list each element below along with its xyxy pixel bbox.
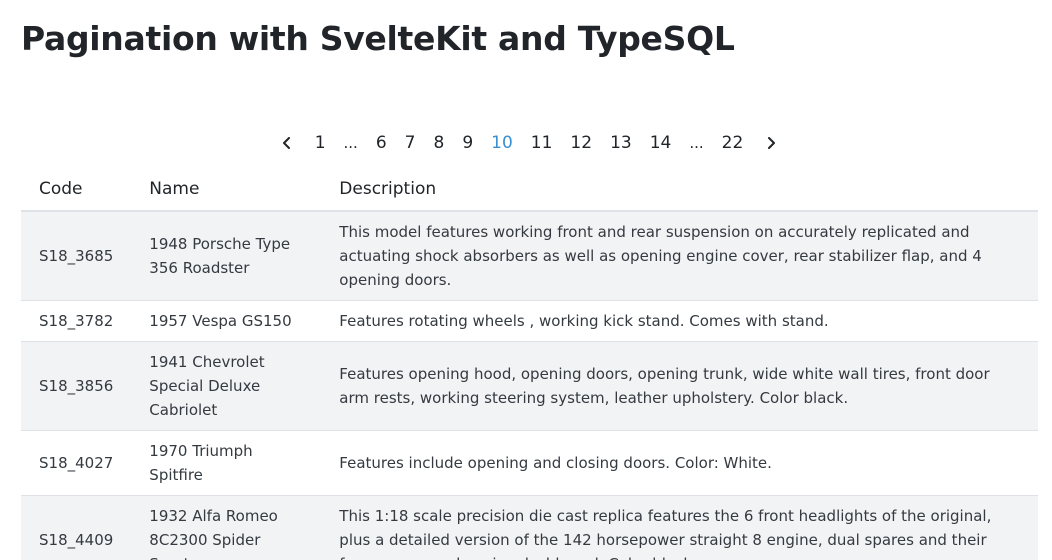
page-button[interactable]: 14 [641, 129, 681, 157]
page-title: Pagination with SvelteKit and TypeSQL [21, 19, 735, 58]
cell-name: 1957 Vespa GS150 [131, 300, 322, 342]
cell-code: S18_4027 [21, 430, 132, 496]
cell-description: This 1:18 scale precision die cast repli… [321, 495, 1038, 560]
cell-name: 1941 Chevrolet Special Deluxe Cabriolet [131, 341, 322, 431]
cell-description: This model features working front and re… [321, 211, 1038, 301]
cell-name: 1970 Triumph Spitfire [131, 430, 322, 496]
page-button[interactable]: 9 [453, 129, 482, 157]
prev-page-button[interactable] [268, 129, 306, 157]
pagination-ellipsis: ... [689, 134, 704, 152]
chevron-left-icon [282, 137, 290, 149]
column-header-name: Name [131, 168, 322, 212]
cell-name: 1948 Porsche Type 356 Roadster [131, 211, 322, 301]
page-button[interactable]: 22 [713, 129, 753, 157]
table-row: S18_4409 1932 Alfa Romeo 8C2300 Spider S… [21, 495, 1038, 560]
cell-description: Features include opening and closing doo… [321, 430, 1038, 496]
page: Pagination with SvelteKit and TypeSQL 1.… [0, 0, 1052, 560]
column-header-description: Description [321, 168, 1038, 212]
page-button[interactable]: 1 [306, 129, 335, 157]
cell-code: S18_3856 [21, 341, 132, 431]
table-row: S18_4027 1970 Triumph Spitfire Features … [21, 430, 1038, 496]
table-body: S18_3685 1948 Porsche Type 356 Roadster … [21, 211, 1038, 560]
page-button[interactable]: 12 [561, 129, 601, 157]
page-button-current[interactable]: 10 [482, 129, 522, 157]
cell-code: S18_4409 [21, 495, 132, 560]
cell-name: 1932 Alfa Romeo 8C2300 Spider Sport [131, 495, 322, 560]
pagination-ellipsis: ... [343, 134, 358, 152]
page-button[interactable]: 11 [522, 129, 562, 157]
cell-code: S18_3782 [21, 300, 132, 342]
table-row: S18_3685 1948 Porsche Type 356 Roadster … [21, 211, 1038, 301]
page-button[interactable]: 6 [367, 129, 396, 157]
next-page-button[interactable] [752, 129, 790, 157]
table-row: S18_3856 1941 Chevrolet Special Deluxe C… [21, 341, 1038, 431]
table-row: S18_3782 1957 Vespa GS150 Features rotat… [21, 300, 1038, 342]
page-number-list: 1... 6 7 8 9 10 11 12 13 14... 22 [306, 129, 753, 157]
page-button[interactable]: 13 [601, 129, 641, 157]
products-table: Code Name Description S18_3685 1948 Pors… [21, 168, 1038, 560]
table-header-row: Code Name Description [21, 168, 1038, 212]
cell-description: Features opening hood, opening doors, op… [321, 341, 1038, 431]
cell-code: S18_3685 [21, 211, 132, 301]
cell-description: Features rotating wheels , working kick … [321, 300, 1038, 342]
column-header-code: Code [21, 168, 132, 212]
page-button[interactable]: 8 [424, 129, 453, 157]
page-button[interactable]: 7 [396, 129, 425, 157]
table-header: Code Name Description [21, 168, 1038, 212]
chevron-right-icon [768, 137, 776, 149]
pagination: 1... 6 7 8 9 10 11 12 13 14... 22 [0, 129, 1052, 157]
